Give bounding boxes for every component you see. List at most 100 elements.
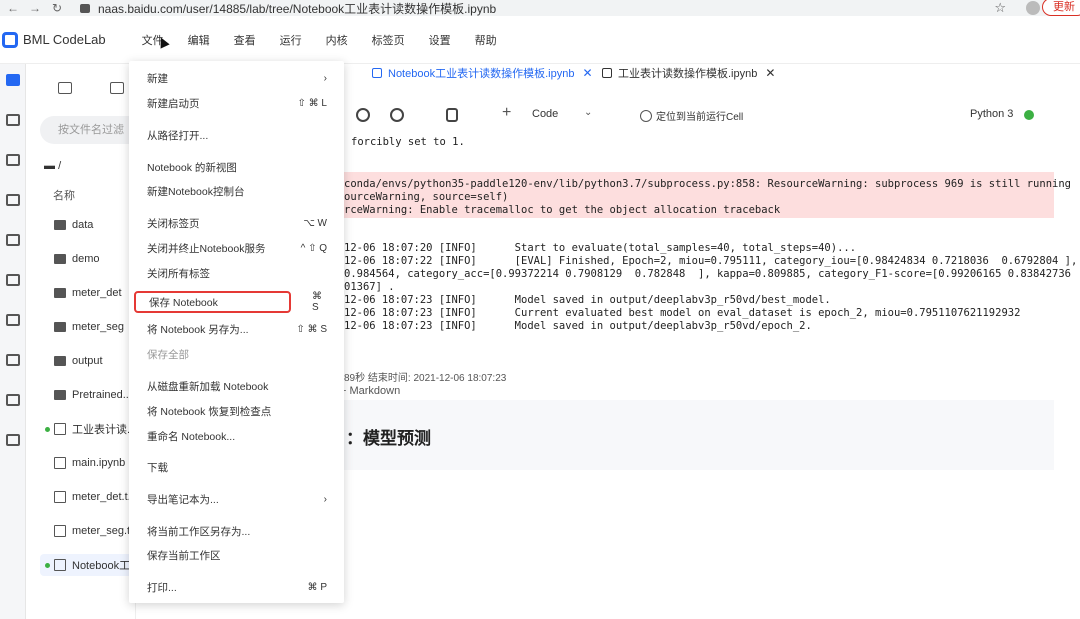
menu-item-save-workspace-as[interactable]: 将当前工作区另存为... xyxy=(147,521,327,541)
new-folder-icon[interactable] xyxy=(110,82,124,94)
file-row[interactable]: main.ipynb xyxy=(26,452,136,474)
output-line: 12-06 18:07:23 [INFO] Current evaluated … xyxy=(344,307,1021,319)
menu-item-save-notebook[interactable]: 保存 Notebook ⌘ S xyxy=(134,291,322,313)
extensions-icon[interactable] xyxy=(6,274,20,286)
folder-icon xyxy=(54,390,66,400)
folder-icon xyxy=(54,254,66,264)
notebook-icon xyxy=(54,457,66,469)
download-icon[interactable] xyxy=(6,354,20,366)
file-row[interactable]: data xyxy=(26,214,136,236)
menu-item-revert-checkpoint[interactable]: 将 Notebook 恢复到检查点 xyxy=(147,401,327,421)
file-row[interactable]: demo xyxy=(26,248,136,270)
menu-item-download[interactable]: 下载 xyxy=(147,457,327,477)
notebook-icon xyxy=(54,559,66,571)
file-row[interactable]: meter_seg.t... xyxy=(26,520,136,542)
toolbox-icon[interactable] xyxy=(6,194,20,206)
menu-item-close-all[interactable]: 关闭所有标签 xyxy=(147,263,327,283)
file-browser-panel: 按文件名过滤 ▬ / 名称 data demo meter_det meter_… xyxy=(26,64,160,619)
menu-item-save-as[interactable]: 将 Notebook 另存为... ⇧ ⌘ S xyxy=(147,319,327,339)
cell-execution-meta: 89秒 结束时间: 2021-12-06 18:07:23 xyxy=(344,373,507,384)
output-line: 12-06 18:07:20 [INFO] Start to evaluate(… xyxy=(344,242,857,254)
kernel-status-dot xyxy=(1024,110,1034,120)
notebook-icon xyxy=(372,68,382,78)
menu-settings[interactable]: 设置 xyxy=(429,32,451,48)
locate-running-cell-button[interactable]: 定位到当前运行Cell xyxy=(640,108,743,123)
close-icon[interactable]: ✕ xyxy=(582,66,592,80)
menu-item-new[interactable]: 新建 › xyxy=(147,68,327,88)
running-icon[interactable] xyxy=(6,114,20,126)
menu-run[interactable]: 运行 xyxy=(280,32,302,48)
profile-avatar[interactable] xyxy=(1026,1,1040,15)
menu-tabs[interactable]: 标签页 xyxy=(372,32,405,48)
menu-edit[interactable]: 编辑 xyxy=(188,32,210,48)
file-row[interactable]: meter_seg xyxy=(26,316,136,338)
file-row[interactable]: Pretrained... xyxy=(26,384,136,406)
menu-kernel[interactable]: 内核 xyxy=(326,32,348,48)
restart-kernel-icon[interactable] xyxy=(356,108,370,122)
chevron-down-icon[interactable]: ⌄ xyxy=(584,107,592,118)
tab-notebook-template[interactable]: Notebook工业表计读数操作模板.ipynb ✕ xyxy=(372,64,593,82)
reload-icon[interactable]: ↻ xyxy=(48,1,66,15)
output-line: 01367] . xyxy=(344,281,395,293)
layers-icon[interactable] xyxy=(6,314,20,326)
add-cell-icon[interactable]: + xyxy=(502,104,511,122)
back-icon[interactable]: ← xyxy=(4,1,22,15)
menu-item-print[interactable]: 打印... ⌘ P xyxy=(147,577,327,597)
file-row[interactable]: output xyxy=(26,350,136,372)
chevron-right-icon: › xyxy=(323,493,327,505)
menu-item-new-launcher[interactable]: 新建启动页 ⇧ ⌘ L xyxy=(147,93,327,113)
app-name: BML CodeLab xyxy=(23,32,106,47)
breadcrumb[interactable]: ▬ / xyxy=(44,160,61,172)
interrupt-icon[interactable] xyxy=(390,108,404,122)
new-launcher-icon[interactable] xyxy=(58,82,72,94)
notebook-icon xyxy=(602,68,612,78)
update-button[interactable]: 更新 xyxy=(1042,0,1080,16)
bookmark-star-icon[interactable]: ☆ xyxy=(994,0,1006,16)
folder-icon xyxy=(54,220,66,230)
menu-item-rename[interactable]: 重命名 Notebook... xyxy=(147,426,327,446)
menu-item-close-tab[interactable]: 关闭标签页 ⌥ W xyxy=(147,213,327,233)
file-row[interactable]: 工业表计读... xyxy=(26,418,136,440)
output-line: 12-06 18:07:23 [INFO] Model saved in out… xyxy=(344,320,812,332)
chip-icon[interactable] xyxy=(6,434,20,446)
inbox-icon[interactable] xyxy=(6,234,20,246)
text-file-icon xyxy=(54,491,66,503)
commands-icon[interactable] xyxy=(6,154,20,166)
cell-type-select[interactable]: Code xyxy=(532,108,558,120)
forward-icon[interactable]: → xyxy=(26,1,44,15)
menu-item-reload[interactable]: 从磁盘重新加载 Notebook xyxy=(147,376,327,396)
menu-item-new-view[interactable]: Notebook 的新视图 xyxy=(147,157,327,177)
chevron-right-icon: › xyxy=(323,72,327,84)
file-row[interactable]: meter_det.t... xyxy=(26,486,136,508)
kernel-name[interactable]: Python 3 xyxy=(970,108,1013,120)
document-tabs: Notebook工业表计读数操作模板.ipynb ✕ 工业表计读数操作模板.ip… xyxy=(344,64,1080,98)
save-icon[interactable] xyxy=(446,108,458,122)
text-file-icon xyxy=(54,525,66,537)
menu-help[interactable]: 帮助 xyxy=(475,32,497,48)
menu-view[interactable]: 查看 xyxy=(234,32,256,48)
tab-meter-template[interactable]: 工业表计读数操作模板.ipynb ✕ xyxy=(602,64,775,82)
menu-item-save-all[interactable]: 保存全部 xyxy=(147,344,327,364)
add-markdown-button[interactable]: + Markdown xyxy=(340,385,400,397)
menu-item-new-console[interactable]: 新建Notebook控制台 xyxy=(147,181,327,201)
gear-icon[interactable] xyxy=(6,394,20,406)
address-bar[interactable]: naas.baidu.com/user/14885/lab/tree/Noteb… xyxy=(98,0,496,17)
menu-item-close-and-shutdown[interactable]: 关闭并终止Notebook服务 ^ ⇧ Q xyxy=(147,238,327,258)
menu-item-open-from-path[interactable]: 从路径打开... xyxy=(147,125,327,145)
menu-item-export[interactable]: 导出笔记本为... › xyxy=(147,489,327,509)
column-header-name[interactable]: 名称 xyxy=(53,187,75,203)
file-row[interactable]: meter_det xyxy=(26,282,136,304)
output-line: ourceWarning, source=self) xyxy=(344,191,509,203)
close-icon[interactable]: ✕ xyxy=(765,66,775,80)
menu-item-save-workspace[interactable]: 保存当前工作区 xyxy=(147,545,327,565)
activity-rail xyxy=(0,64,26,619)
menu-list: 文件 编辑 查看 运行 内核 标签页 设置 帮助 xyxy=(142,32,521,48)
lock-icon xyxy=(80,3,90,13)
app-logo: BML CodeLab xyxy=(2,31,106,48)
output-line: 12-06 18:07:23 [INFO] Model saved in out… xyxy=(344,294,831,306)
file-browser-icon[interactable] xyxy=(6,74,20,86)
output-line: forcibly set to 1. xyxy=(351,136,465,148)
markdown-cell[interactable]: ：模型预测 xyxy=(344,400,1054,470)
file-menu-dropdown: 新建 › 新建启动页 ⇧ ⌘ L 从路径打开... Notebook 的新视图 新建… xyxy=(129,61,344,603)
folder-icon xyxy=(54,288,66,298)
